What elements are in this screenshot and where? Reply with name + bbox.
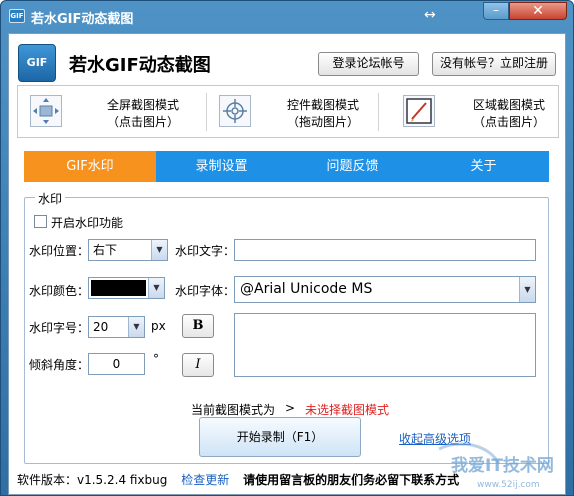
register-button[interactable]: 没有帐号？立即注册 bbox=[432, 52, 556, 76]
version-text: 软件版本：v1.5.2.4 fixbug bbox=[17, 473, 168, 487]
client-area: GIF 若水GIF动态截图 登录论坛帐号 没有帐号？立即注册 全屏截图模式 （点击… bbox=[8, 33, 566, 495]
region-pen-icon[interactable] bbox=[403, 95, 435, 127]
tab-record-settings[interactable]: 录制设置 bbox=[156, 151, 287, 182]
color-label: 水印颜色： bbox=[29, 284, 90, 298]
crosshair-target-icon[interactable] bbox=[219, 95, 251, 127]
italic-button[interactable]: I bbox=[182, 353, 214, 377]
capture-mode-panel: 全屏截图模式 （点击图片） 控件截图模式 （拖动图片） 区域截图模式 （点击图片… bbox=[17, 85, 559, 138]
tab-feedback[interactable]: 问题反馈 bbox=[287, 151, 418, 182]
tab-about[interactable]: 关于 bbox=[418, 151, 549, 182]
current-mode-prefix: 当前截图模式为 bbox=[191, 403, 276, 417]
watermark-extra-textarea[interactable] bbox=[234, 313, 536, 377]
color-select[interactable]: ▼ bbox=[88, 277, 165, 299]
watermark-text-input[interactable] bbox=[234, 239, 536, 261]
bold-button[interactable]: B bbox=[182, 314, 214, 338]
check-update-link[interactable]: 检查更新 bbox=[181, 473, 229, 487]
position-select[interactable]: 右下 ▼ bbox=[88, 239, 168, 261]
resize-icon[interactable]: ↔ bbox=[424, 7, 436, 23]
size-select[interactable]: 20 ▼ bbox=[88, 316, 145, 338]
tab-bar: GIF水印 录制设置 问题反馈 关于 bbox=[24, 151, 549, 182]
position-label: 水印位置： bbox=[29, 244, 90, 258]
footer-bar: 软件版本：v1.5.2.4 fixbug 检查更新 请使用留言板的朋友们务必留下… bbox=[17, 471, 459, 488]
current-mode-value: 未选择截图模式 bbox=[305, 403, 390, 417]
login-forum-button[interactable]: 登录论坛帐号 bbox=[318, 52, 419, 76]
size-value: 20 bbox=[93, 320, 109, 334]
divider bbox=[206, 93, 207, 131]
minimize-button[interactable]: – bbox=[483, 2, 509, 20]
mode-control-label: 控件截图模式 （拖动图片） bbox=[286, 98, 359, 129]
toggle-advanced-link[interactable]: 收起高级选项 bbox=[399, 430, 471, 447]
angle-label: 倾斜角度： bbox=[29, 358, 90, 372]
font-select[interactable]: @Arial Unicode MS ▼ bbox=[234, 276, 536, 303]
enable-watermark-label[interactable]: 开启水印功能 bbox=[51, 214, 123, 231]
app-title: 若水GIF动态截图 bbox=[69, 55, 211, 76]
start-record-button[interactable]: 开始录制（F1） bbox=[199, 417, 361, 457]
color-swatch bbox=[91, 280, 146, 296]
tab-gif-watermark[interactable]: GIF水印 bbox=[24, 151, 156, 182]
chevron-down-icon[interactable]: ▼ bbox=[148, 278, 164, 298]
fullscreen-arrows-icon[interactable] bbox=[30, 95, 62, 127]
current-mode-arrow: > bbox=[285, 401, 296, 415]
chevron-down-icon[interactable]: ▼ bbox=[151, 240, 167, 260]
angle-unit: ° bbox=[153, 352, 159, 366]
watermark-url: www.52ij.com bbox=[477, 480, 540, 490]
enable-watermark-checkbox[interactable] bbox=[34, 215, 47, 228]
size-label: 水印字号： bbox=[29, 321, 90, 335]
title-bar[interactable]: GIF 若水GIF动态截图 ↔ – ✕ bbox=[1, 1, 573, 33]
app-window: GIF 若水GIF动态截图 ↔ – ✕ GIF 若水GIF动态截图 登录论坛帐号… bbox=[0, 0, 574, 496]
position-value: 右下 bbox=[93, 243, 118, 257]
app-logo-icon: GIF bbox=[18, 44, 56, 82]
app-small-icon: GIF bbox=[9, 9, 25, 23]
mode-fullscreen-label: 全屏截图模式 （点击图片） bbox=[106, 98, 179, 129]
feedback-notice: 请使用留言板的朋友们务必留下联系方式 bbox=[243, 473, 460, 487]
text-label: 水印文字： bbox=[175, 244, 236, 258]
angle-input[interactable]: 0 bbox=[88, 353, 145, 375]
divider bbox=[378, 93, 379, 131]
mode-region-label: 区域截图模式 （点击图片） bbox=[472, 98, 545, 129]
font-value: @Arial Unicode MS bbox=[240, 281, 373, 297]
chevron-down-icon[interactable]: ▼ bbox=[128, 317, 144, 337]
group-title: 水印 bbox=[35, 190, 66, 207]
close-button[interactable]: ✕ bbox=[509, 2, 567, 20]
window-title: 若水GIF动态截图 bbox=[31, 12, 134, 27]
font-label: 水印字体： bbox=[175, 284, 236, 298]
chevron-down-icon[interactable]: ▼ bbox=[519, 277, 535, 302]
size-unit: px bbox=[151, 319, 166, 333]
